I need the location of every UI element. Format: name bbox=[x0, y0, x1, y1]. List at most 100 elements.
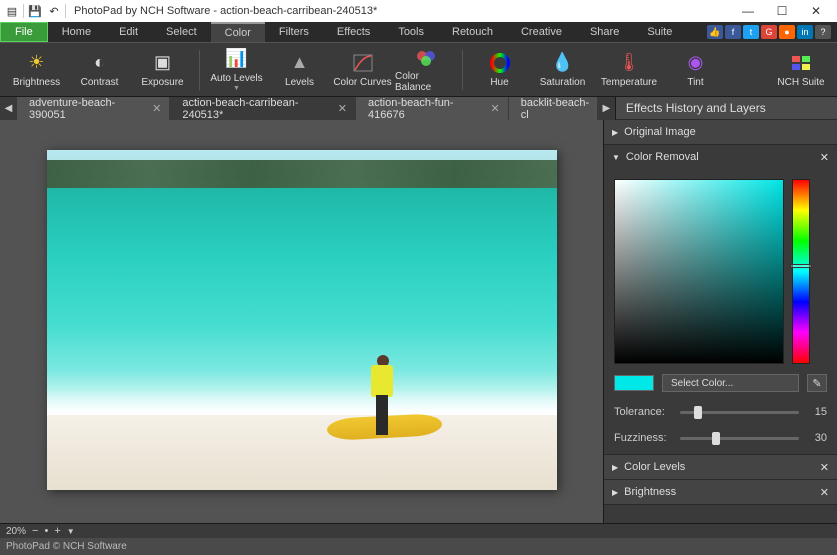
contrast-button[interactable]: ◐ Contrast bbox=[69, 45, 130, 95]
hue-button[interactable]: Hue bbox=[469, 45, 530, 95]
side-panel-title: Effects History and Layers bbox=[615, 97, 837, 120]
chevron-right-icon: ▶ bbox=[612, 128, 618, 137]
nch-icon bbox=[789, 52, 813, 74]
menu-share[interactable]: Share bbox=[576, 22, 633, 42]
tint-icon: ◉ bbox=[684, 52, 708, 74]
temperature-icon: 🌡 bbox=[617, 52, 641, 74]
close-tab-icon[interactable]: ✕ bbox=[152, 102, 161, 115]
menu-file[interactable]: File bbox=[0, 22, 48, 42]
document-tab[interactable]: backlit-beach-cl bbox=[509, 97, 598, 120]
temperature-button[interactable]: 🌡 Temperature bbox=[595, 45, 663, 95]
window-title: PhotoPad by NCH Software - action-beach-… bbox=[74, 5, 739, 17]
close-section-icon[interactable]: ✕ bbox=[820, 461, 829, 474]
close-section-icon[interactable]: ✕ bbox=[820, 486, 829, 499]
levels-icon: ▲ bbox=[288, 52, 312, 74]
tab-scroll-right[interactable]: ▶ bbox=[598, 97, 615, 120]
menu-color[interactable]: Color bbox=[211, 22, 265, 42]
document-tab[interactable]: adventure-beach-390051 ✕ bbox=[17, 97, 170, 120]
undo-icon[interactable]: ↶ bbox=[46, 3, 62, 19]
menu-edit[interactable]: Edit bbox=[105, 22, 152, 42]
document-tab[interactable]: action-beach-carribean-240513* ✕ bbox=[170, 97, 356, 120]
tolerance-slider-row: Tolerance: 15 bbox=[614, 406, 827, 418]
fuzziness-slider-row: Fuzziness: 30 bbox=[614, 432, 827, 444]
document-tab[interactable]: action-beach-fun-416676 ✕ bbox=[356, 97, 509, 120]
auto-levels-button[interactable]: 📊 Auto Levels ▼ bbox=[206, 45, 267, 95]
fuzziness-slider[interactable] bbox=[680, 437, 799, 440]
select-color-button[interactable]: Select Color... bbox=[662, 374, 799, 392]
image-canvas[interactable] bbox=[47, 150, 557, 490]
facebook-icon[interactable]: f bbox=[725, 25, 741, 39]
exposure-button[interactable]: ▣ Exposure bbox=[132, 45, 193, 95]
status-text: PhotoPad © NCH Software bbox=[6, 541, 127, 552]
zoom-out-button[interactable]: − bbox=[32, 525, 38, 537]
zoom-bar: 20% − • + ▼ bbox=[0, 523, 837, 538]
chevron-down-icon: ▼ bbox=[233, 85, 240, 92]
close-button[interactable]: ✕ bbox=[807, 2, 825, 20]
window-controls: — ☐ ✕ bbox=[739, 2, 833, 20]
save-icon[interactable]: 💾 bbox=[27, 3, 43, 19]
menu-tools[interactable]: Tools bbox=[384, 22, 438, 42]
fuzziness-value: 30 bbox=[807, 432, 827, 444]
like-icon[interactable]: 👍 bbox=[707, 25, 723, 39]
color-balance-button[interactable]: Color Balance bbox=[395, 45, 456, 95]
sun-icon: ☀ bbox=[25, 52, 49, 74]
exposure-icon: ▣ bbox=[151, 52, 175, 74]
minimize-button[interactable]: — bbox=[739, 2, 757, 20]
menu-home[interactable]: Home bbox=[48, 22, 105, 42]
close-tab-icon[interactable]: ✕ bbox=[491, 102, 500, 115]
canvas-area[interactable] bbox=[0, 120, 603, 523]
color-removal-body: Select Color... ✎ Tolerance: 15 Fuzzines… bbox=[604, 169, 837, 454]
menu-creative[interactable]: Creative bbox=[507, 22, 576, 42]
menu-suite[interactable]: Suite bbox=[633, 22, 686, 42]
hue-icon bbox=[488, 52, 512, 74]
menu-retouch[interactable]: Retouch bbox=[438, 22, 507, 42]
menubar: File Home Edit Select Color Filters Effe… bbox=[0, 22, 837, 42]
curves-icon bbox=[351, 52, 375, 74]
status-bar: PhotoPad © NCH Software bbox=[0, 538, 837, 555]
eyedropper-button[interactable]: ✎ bbox=[807, 374, 827, 392]
section-color-levels[interactable]: ▶ Color Levels ✕ bbox=[604, 455, 837, 479]
titlebar: ▤ 💾 ↶ PhotoPad by NCH Software - action-… bbox=[0, 0, 837, 22]
slider-thumb[interactable] bbox=[712, 432, 720, 445]
color-gradient-picker[interactable] bbox=[614, 179, 784, 364]
share-icon[interactable]: ● bbox=[779, 25, 795, 39]
tab-scroll-left[interactable]: ◀ bbox=[0, 97, 17, 120]
qat-menu-icon[interactable]: ▤ bbox=[4, 3, 20, 19]
tolerance-slider[interactable] bbox=[680, 411, 799, 414]
close-section-icon[interactable]: ✕ bbox=[820, 151, 829, 164]
autolevels-icon: 📊 bbox=[225, 48, 249, 70]
separator bbox=[462, 50, 463, 90]
chevron-right-icon: ▶ bbox=[612, 463, 618, 472]
google-icon[interactable]: G bbox=[761, 25, 777, 39]
nch-suite-button[interactable]: NCH Suite bbox=[771, 45, 831, 95]
section-brightness[interactable]: ▶ Brightness ✕ bbox=[604, 480, 837, 504]
tint-button[interactable]: ◉ Tint bbox=[665, 45, 726, 95]
zoom-dropdown[interactable]: ▼ bbox=[67, 527, 75, 536]
menu-effects[interactable]: Effects bbox=[323, 22, 384, 42]
chevron-down-icon: ▼ bbox=[612, 153, 620, 162]
quick-access-toolbar: ▤ 💾 ↶ bbox=[4, 3, 66, 19]
color-curves-button[interactable]: Color Curves bbox=[332, 45, 393, 95]
contrast-icon: ◐ bbox=[88, 52, 112, 74]
slider-thumb[interactable] bbox=[694, 406, 702, 419]
hue-handle[interactable] bbox=[790, 264, 812, 268]
document-tabs: ◀ adventure-beach-390051 ✕ action-beach-… bbox=[0, 97, 837, 120]
levels-button[interactable]: ▲ Levels bbox=[269, 45, 330, 95]
section-original-image[interactable]: ▶ Original Image bbox=[604, 120, 837, 144]
selected-color-swatch bbox=[614, 375, 654, 391]
zoom-reset-button[interactable]: • bbox=[44, 525, 48, 537]
menu-filters[interactable]: Filters bbox=[265, 22, 323, 42]
twitter-icon[interactable]: t bbox=[743, 25, 759, 39]
menu-select[interactable]: Select bbox=[152, 22, 211, 42]
zoom-in-button[interactable]: + bbox=[54, 525, 60, 537]
side-panel: ▶ Original Image ▼ Color Removal ✕ bbox=[603, 120, 837, 523]
linkedin-icon[interactable]: in bbox=[797, 25, 813, 39]
maximize-button[interactable]: ☐ bbox=[773, 2, 791, 20]
help-icon[interactable]: ? bbox=[815, 25, 831, 39]
hue-slider[interactable] bbox=[792, 179, 810, 364]
chevron-right-icon: ▶ bbox=[612, 488, 618, 497]
saturation-button[interactable]: 💧 Saturation bbox=[532, 45, 593, 95]
brightness-button[interactable]: ☀ Brightness bbox=[6, 45, 67, 95]
close-tab-icon[interactable]: ✕ bbox=[338, 102, 347, 115]
section-color-removal[interactable]: ▼ Color Removal ✕ bbox=[604, 145, 837, 169]
